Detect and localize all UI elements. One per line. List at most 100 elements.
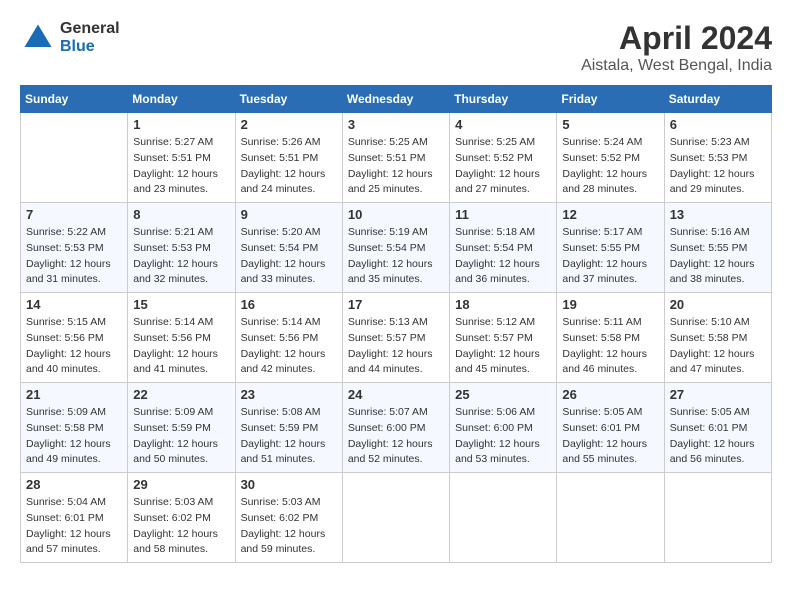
sunrise-text: Sunrise: 5:09 AM xyxy=(26,405,122,421)
calendar-cell: 19 Sunrise: 5:11 AM Sunset: 5:58 PM Dayl… xyxy=(557,293,664,383)
calendar-week-row: 1 Sunrise: 5:27 AM Sunset: 5:51 PM Dayli… xyxy=(21,113,772,203)
day-number: 13 xyxy=(670,207,766,222)
sunrise-text: Sunrise: 5:19 AM xyxy=(348,225,444,241)
sunrise-text: Sunrise: 5:23 AM xyxy=(670,135,766,151)
sunset-text: Sunset: 5:55 PM xyxy=(562,241,658,257)
day-number: 12 xyxy=(562,207,658,222)
day-number: 19 xyxy=(562,297,658,312)
location: Aistala, West Bengal, India xyxy=(581,57,772,75)
day-info: Sunrise: 5:25 AM Sunset: 5:52 PM Dayligh… xyxy=(455,135,551,198)
daylight-text: Daylight: 12 hours and 33 minutes. xyxy=(241,257,337,289)
sunset-text: Sunset: 5:56 PM xyxy=(26,331,122,347)
sunrise-text: Sunrise: 5:03 AM xyxy=(241,495,337,511)
daylight-text: Daylight: 12 hours and 49 minutes. xyxy=(26,437,122,469)
day-info: Sunrise: 5:05 AM Sunset: 6:01 PM Dayligh… xyxy=(562,405,658,468)
calendar-cell: 21 Sunrise: 5:09 AM Sunset: 5:58 PM Dayl… xyxy=(21,383,128,473)
daylight-text: Daylight: 12 hours and 55 minutes. xyxy=(562,437,658,469)
col-thursday: Thursday xyxy=(450,86,557,113)
calendar-cell: 9 Sunrise: 5:20 AM Sunset: 5:54 PM Dayli… xyxy=(235,203,342,293)
calendar-cell: 14 Sunrise: 5:15 AM Sunset: 5:56 PM Dayl… xyxy=(21,293,128,383)
col-tuesday: Tuesday xyxy=(235,86,342,113)
daylight-text: Daylight: 12 hours and 25 minutes. xyxy=(348,167,444,199)
sunrise-text: Sunrise: 5:07 AM xyxy=(348,405,444,421)
sunrise-text: Sunrise: 5:20 AM xyxy=(241,225,337,241)
day-number: 3 xyxy=(348,117,444,132)
day-info: Sunrise: 5:27 AM Sunset: 5:51 PM Dayligh… xyxy=(133,135,229,198)
calendar-cell: 22 Sunrise: 5:09 AM Sunset: 5:59 PM Dayl… xyxy=(128,383,235,473)
day-info: Sunrise: 5:09 AM Sunset: 5:58 PM Dayligh… xyxy=(26,405,122,468)
calendar-cell: 28 Sunrise: 5:04 AM Sunset: 6:01 PM Dayl… xyxy=(21,473,128,563)
calendar-cell: 20 Sunrise: 5:10 AM Sunset: 5:58 PM Dayl… xyxy=(664,293,771,383)
sunset-text: Sunset: 5:56 PM xyxy=(133,331,229,347)
daylight-text: Daylight: 12 hours and 45 minutes. xyxy=(455,347,551,379)
day-number: 10 xyxy=(348,207,444,222)
day-info: Sunrise: 5:03 AM Sunset: 6:02 PM Dayligh… xyxy=(133,495,229,558)
sunset-text: Sunset: 6:02 PM xyxy=(133,511,229,527)
day-info: Sunrise: 5:03 AM Sunset: 6:02 PM Dayligh… xyxy=(241,495,337,558)
title-block: April 2024 Aistala, West Bengal, India xyxy=(581,20,772,75)
day-number: 30 xyxy=(241,477,337,492)
calendar-cell: 15 Sunrise: 5:14 AM Sunset: 5:56 PM Dayl… xyxy=(128,293,235,383)
day-info: Sunrise: 5:05 AM Sunset: 6:01 PM Dayligh… xyxy=(670,405,766,468)
day-info: Sunrise: 5:22 AM Sunset: 5:53 PM Dayligh… xyxy=(26,225,122,288)
day-number: 23 xyxy=(241,387,337,402)
daylight-text: Daylight: 12 hours and 59 minutes. xyxy=(241,527,337,559)
day-number: 1 xyxy=(133,117,229,132)
sunset-text: Sunset: 5:57 PM xyxy=(348,331,444,347)
day-info: Sunrise: 5:18 AM Sunset: 5:54 PM Dayligh… xyxy=(455,225,551,288)
daylight-text: Daylight: 12 hours and 51 minutes. xyxy=(241,437,337,469)
sunrise-text: Sunrise: 5:05 AM xyxy=(562,405,658,421)
day-number: 18 xyxy=(455,297,551,312)
month-title: April 2024 xyxy=(581,20,772,57)
day-info: Sunrise: 5:26 AM Sunset: 5:51 PM Dayligh… xyxy=(241,135,337,198)
day-number: 22 xyxy=(133,387,229,402)
daylight-text: Daylight: 12 hours and 38 minutes. xyxy=(670,257,766,289)
sunset-text: Sunset: 6:02 PM xyxy=(241,511,337,527)
calendar-cell: 16 Sunrise: 5:14 AM Sunset: 5:56 PM Dayl… xyxy=(235,293,342,383)
calendar-cell: 4 Sunrise: 5:25 AM Sunset: 5:52 PM Dayli… xyxy=(450,113,557,203)
daylight-text: Daylight: 12 hours and 52 minutes. xyxy=(348,437,444,469)
daylight-text: Daylight: 12 hours and 40 minutes. xyxy=(26,347,122,379)
calendar-table: Sunday Monday Tuesday Wednesday Thursday… xyxy=(20,85,772,563)
day-info: Sunrise: 5:10 AM Sunset: 5:58 PM Dayligh… xyxy=(670,315,766,378)
col-monday: Monday xyxy=(128,86,235,113)
day-info: Sunrise: 5:08 AM Sunset: 5:59 PM Dayligh… xyxy=(241,405,337,468)
day-number: 8 xyxy=(133,207,229,222)
calendar-cell: 6 Sunrise: 5:23 AM Sunset: 5:53 PM Dayli… xyxy=(664,113,771,203)
sunset-text: Sunset: 5:52 PM xyxy=(455,151,551,167)
day-info: Sunrise: 5:15 AM Sunset: 5:56 PM Dayligh… xyxy=(26,315,122,378)
sunrise-text: Sunrise: 5:27 AM xyxy=(133,135,229,151)
day-number: 26 xyxy=(562,387,658,402)
calendar-cell: 3 Sunrise: 5:25 AM Sunset: 5:51 PM Dayli… xyxy=(342,113,449,203)
sunset-text: Sunset: 5:58 PM xyxy=(670,331,766,347)
day-number: 20 xyxy=(670,297,766,312)
sunset-text: Sunset: 5:53 PM xyxy=(670,151,766,167)
daylight-text: Daylight: 12 hours and 23 minutes. xyxy=(133,167,229,199)
daylight-text: Daylight: 12 hours and 35 minutes. xyxy=(348,257,444,289)
calendar-cell: 30 Sunrise: 5:03 AM Sunset: 6:02 PM Dayl… xyxy=(235,473,342,563)
sunrise-text: Sunrise: 5:06 AM xyxy=(455,405,551,421)
daylight-text: Daylight: 12 hours and 46 minutes. xyxy=(562,347,658,379)
day-number: 5 xyxy=(562,117,658,132)
calendar-cell: 10 Sunrise: 5:19 AM Sunset: 5:54 PM Dayl… xyxy=(342,203,449,293)
calendar-cell xyxy=(342,473,449,563)
calendar-cell: 27 Sunrise: 5:05 AM Sunset: 6:01 PM Dayl… xyxy=(664,383,771,473)
day-number: 2 xyxy=(241,117,337,132)
daylight-text: Daylight: 12 hours and 24 minutes. xyxy=(241,167,337,199)
sunset-text: Sunset: 5:54 PM xyxy=(455,241,551,257)
day-number: 4 xyxy=(455,117,551,132)
daylight-text: Daylight: 12 hours and 47 minutes. xyxy=(670,347,766,379)
day-info: Sunrise: 5:14 AM Sunset: 5:56 PM Dayligh… xyxy=(133,315,229,378)
sunrise-text: Sunrise: 5:03 AM xyxy=(133,495,229,511)
day-number: 15 xyxy=(133,297,229,312)
sunset-text: Sunset: 5:51 PM xyxy=(241,151,337,167)
calendar-cell: 23 Sunrise: 5:08 AM Sunset: 5:59 PM Dayl… xyxy=(235,383,342,473)
calendar-cell: 18 Sunrise: 5:12 AM Sunset: 5:57 PM Dayl… xyxy=(450,293,557,383)
daylight-text: Daylight: 12 hours and 28 minutes. xyxy=(562,167,658,199)
day-info: Sunrise: 5:11 AM Sunset: 5:58 PM Dayligh… xyxy=(562,315,658,378)
sunset-text: Sunset: 5:59 PM xyxy=(133,421,229,437)
sunrise-text: Sunrise: 5:09 AM xyxy=(133,405,229,421)
sunset-text: Sunset: 5:55 PM xyxy=(670,241,766,257)
sunset-text: Sunset: 6:01 PM xyxy=(562,421,658,437)
day-number: 24 xyxy=(348,387,444,402)
